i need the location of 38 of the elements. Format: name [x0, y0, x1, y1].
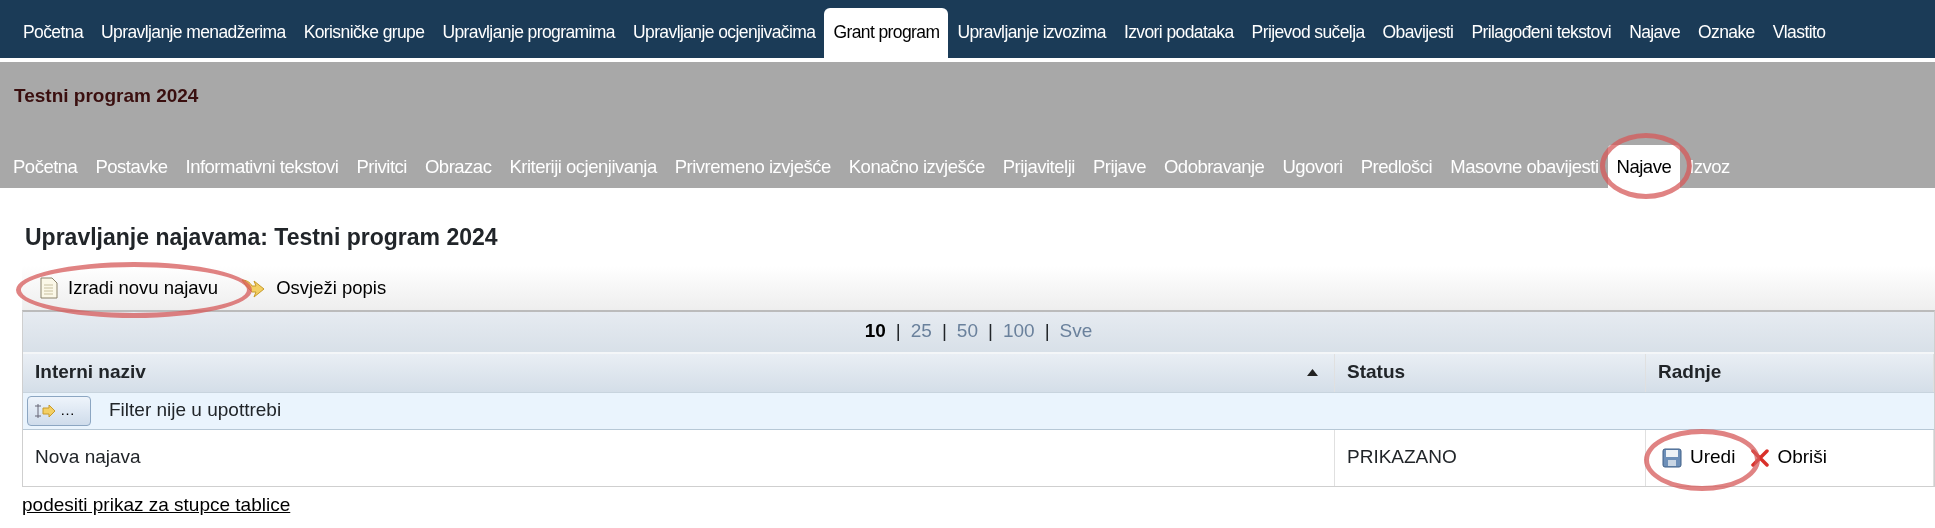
nav-tab[interactable]: Korisničke grupe [294, 8, 434, 58]
nav-tab[interactable]: Upravljanje programima [433, 8, 624, 58]
delete-button[interactable]: Obriši [1747, 439, 1832, 476]
nav-tab[interactable]: Vlastito [1763, 8, 1835, 58]
page-size-link[interactable]: 10 [864, 317, 886, 346]
nav-tab[interactable]: Obavijesti [1373, 8, 1463, 58]
table-cell: PRIKAZANO [1335, 429, 1646, 486]
pager-separator: | [941, 319, 947, 344]
column-settings-link[interactable]: podesiti prikaz za stupce tablice [22, 490, 291, 520]
column-header[interactable]: Status [1335, 353, 1646, 392]
table-cell: Nova najava [23, 429, 1335, 486]
nav-tab[interactable]: Upravljanje izvozima [948, 8, 1115, 58]
column-header[interactable]: Interni naziv [23, 353, 1335, 392]
nav-tab[interactable]: Oznake [1689, 8, 1764, 58]
sub-nav-tab[interactable]: Najave [1607, 144, 1681, 189]
filter-status-text: Filter nije u upottrebi [109, 398, 282, 423]
nav-tab[interactable]: Upravljanje menadžerima [92, 8, 295, 58]
refresh-button[interactable]: Osvježi popis [236, 269, 391, 306]
document-icon [40, 276, 58, 299]
nav-tab[interactable]: Upravljanje ocjenjivačima [623, 8, 825, 58]
nav-tab[interactable]: Početna [14, 8, 92, 58]
program-title: Testni program 2024 [13, 84, 200, 108]
page-title: Upravljanje najavama: Testni program 2024 [25, 224, 499, 252]
cross-icon [1751, 448, 1770, 467]
pager-separator: | [1044, 319, 1050, 344]
nav-tab[interactable]: Prijevod sučelja [1242, 8, 1374, 58]
nav-tab[interactable]: Grant program [824, 8, 949, 58]
edit-button[interactable]: Uredi [1658, 439, 1740, 476]
sort-arrow-icon [1307, 369, 1318, 377]
nav-tab[interactable]: Izvori podataka [1114, 8, 1243, 58]
filter-button[interactable]: … [27, 395, 91, 426]
create-button[interactable]: Izradi novu najavu [36, 269, 223, 306]
nav-tab[interactable]: Prilagođeni tekstovi [1462, 8, 1621, 58]
nav-tab[interactable]: Najave [1620, 8, 1690, 58]
pager-separator: | [895, 319, 901, 344]
pager-separator: | [988, 319, 993, 344]
column-header[interactable]: Radnje [1646, 353, 1934, 392]
filter-arrows-icon [34, 402, 56, 419]
